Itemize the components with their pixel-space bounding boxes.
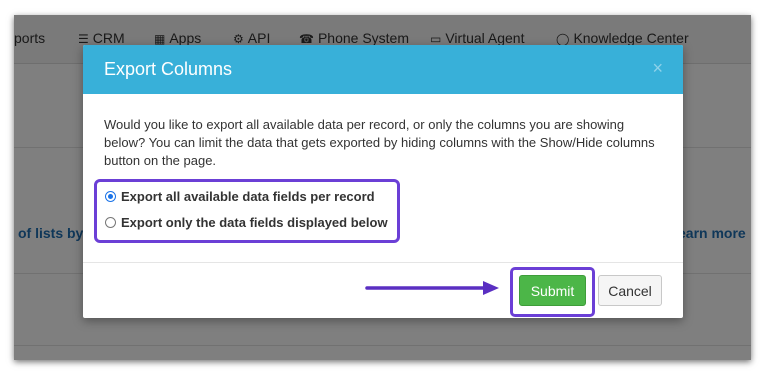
option-export-all[interactable]: Export all available data fields per rec… (105, 189, 375, 204)
option-export-displayed-label: Export only the data fields displayed be… (121, 215, 388, 230)
dialog-footer-divider (83, 262, 683, 263)
dialog-title: Export Columns (104, 59, 233, 79)
dialog-description: Would you like to export all available d… (104, 117, 655, 168)
option-export-all-label: Export all available data fields per rec… (121, 189, 375, 204)
screenshot-frame: ports ☰CRM ▦Apps ⚙API ☎Phone System ▭Vir… (14, 15, 751, 360)
option-export-displayed[interactable]: Export only the data fields displayed be… (105, 215, 388, 230)
cancel-button[interactable]: Cancel (598, 275, 662, 306)
export-columns-dialog: Export Columns × Would you like to expor… (83, 45, 683, 318)
close-icon[interactable]: × (652, 59, 663, 77)
dialog-header: Export Columns × (83, 45, 683, 94)
options-highlight: Export all available data fields per rec… (94, 179, 400, 243)
radio-export-displayed[interactable] (105, 217, 116, 228)
submit-button[interactable]: Submit (519, 275, 586, 306)
arrow-right-icon (365, 281, 499, 295)
radio-export-all[interactable] (105, 191, 116, 202)
